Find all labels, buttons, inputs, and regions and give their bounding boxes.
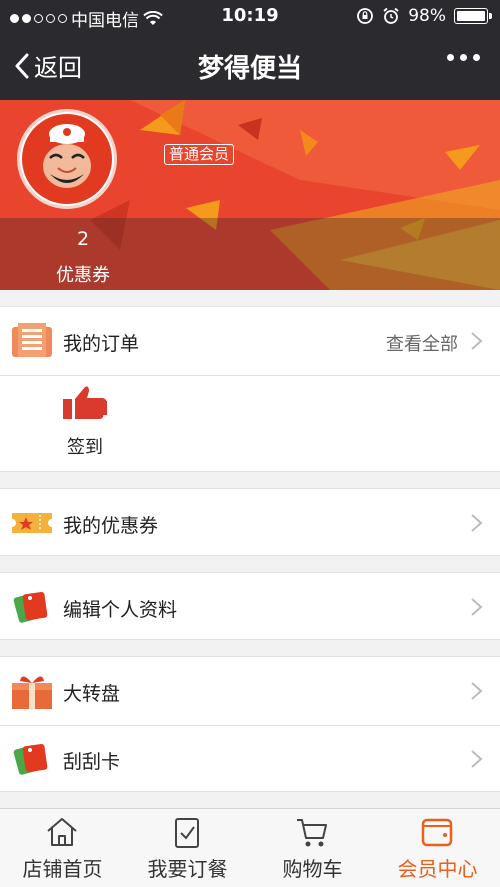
status-bar: 中国电信 10:19 98%: [0, 0, 500, 32]
chevron-right-icon: [471, 514, 483, 532]
tab-order-label: 我要订餐: [147, 857, 228, 881]
alarm-icon: [383, 7, 399, 24]
order-clipboard-icon: [175, 818, 199, 848]
tab-order[interactable]: 我要订餐: [125, 809, 250, 887]
edit-profile-row[interactable]: 编辑个人资料: [0, 573, 500, 641]
chevron-right-icon: [471, 682, 483, 700]
coupon-ticket-icon: [12, 513, 52, 533]
more-menu-button[interactable]: [447, 54, 480, 61]
tags-icon: [13, 591, 48, 623]
my-orders-row[interactable]: 我的订单 查看全部: [0, 307, 500, 375]
tab-home[interactable]: 店铺首页: [0, 809, 125, 887]
page-title: 梦得便当: [197, 54, 302, 84]
my-coupons-label: 我的优惠券: [63, 515, 159, 537]
member-banner: 普通会员 2 优惠券: [0, 100, 500, 290]
wheel-row[interactable]: 大转盘: [0, 657, 500, 725]
chevron-right-icon: [471, 598, 483, 616]
coupons-card: 我的优惠券: [0, 488, 500, 556]
divider: [0, 375, 500, 376]
bottom-tab-bar: 店铺首页 我要订餐 购物车 会员中心: [0, 808, 500, 887]
view-all-link[interactable]: 查看全部: [386, 330, 458, 356]
tags-icon: [13, 743, 48, 775]
games-card: 大转盘 刮刮卡: [0, 656, 500, 792]
battery-icon: [454, 8, 492, 24]
order-list-icon: [12, 323, 52, 357]
wallet-icon: [421, 818, 453, 847]
cart-icon: [297, 819, 327, 847]
profile-card: 编辑个人资料: [0, 572, 500, 640]
tab-member-center-label: 会员中心: [397, 857, 478, 881]
battery-percent: 98%: [408, 6, 446, 26]
top-bar: 中国电信 10:19 98% 返回 梦得便当: [0, 0, 500, 100]
coupon-label[interactable]: 优惠券: [0, 261, 166, 287]
scratch-card-row[interactable]: 刮刮卡: [0, 725, 500, 793]
thumbs-up-icon: [63, 386, 107, 419]
tab-cart-label: 购物车: [282, 857, 343, 881]
rotation-lock-icon: [357, 8, 374, 24]
home-icon: [47, 818, 77, 846]
chevron-right-icon: [471, 750, 483, 768]
member-level-badge: 普通会员: [164, 144, 235, 165]
tab-member-center[interactable]: 会员中心: [375, 809, 500, 887]
nav-bar: 返回 梦得便当: [0, 32, 500, 100]
orders-card: 我的订单 查看全部 签到: [0, 306, 500, 472]
coupon-count[interactable]: 2: [0, 228, 166, 250]
chevron-right-icon: [471, 332, 483, 350]
tab-home-label: 店铺首页: [22, 857, 103, 881]
user-avatar[interactable]: [17, 109, 117, 209]
sign-in-button[interactable]: 签到: [55, 385, 115, 459]
sign-in-label: 签到: [67, 437, 103, 458]
edit-profile-label: 编辑个人资料: [63, 599, 178, 621]
tab-cart[interactable]: 购物车: [250, 809, 375, 887]
my-coupons-row[interactable]: 我的优惠券: [0, 489, 500, 557]
scratch-card-label: 刮刮卡: [63, 751, 121, 773]
chef-avatar-icon: [22, 114, 112, 204]
wheel-label: 大转盘: [63, 683, 121, 705]
gift-box-icon: [12, 676, 52, 709]
my-orders-label: 我的订单: [63, 333, 140, 355]
